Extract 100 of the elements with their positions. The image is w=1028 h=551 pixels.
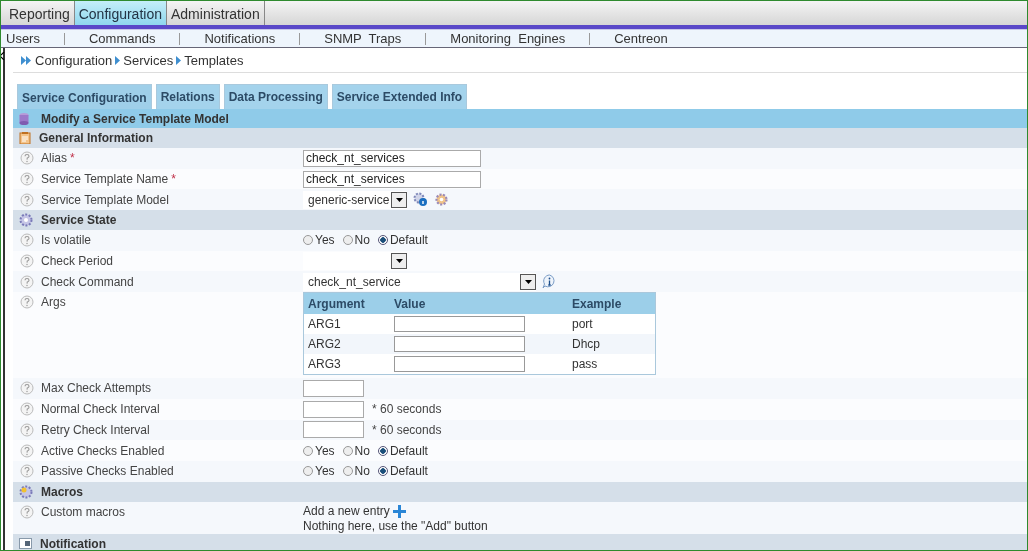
required-mark: *: [171, 172, 176, 187]
submenu-link[interactable]: Monitoring Engines: [450, 31, 566, 46]
submenu-link[interactable]: Users: [6, 31, 40, 46]
radio-button[interactable]: [303, 466, 313, 477]
field-label: Max Check Attempts: [41, 381, 152, 396]
collapse-icon[interactable]: [1, 52, 5, 60]
field-label: Args: [41, 295, 66, 310]
dropdown[interactable]: generic-service: [303, 190, 407, 209]
help-icon[interactable]: [20, 402, 34, 417]
section-title: General Information: [39, 131, 154, 145]
tab[interactable]: Data Processing: [223, 84, 328, 109]
unit-label: * 60 seconds: [372, 402, 442, 417]
text-field[interactable]: check_nt_services: [303, 170, 481, 188]
help-icon[interactable]: [20, 192, 34, 207]
empty-note: Nothing here, use the "Add" button: [303, 518, 488, 534]
tab[interactable]: Relations: [155, 84, 220, 109]
radio-label: Default: [389, 233, 428, 248]
submenu-link[interactable]: Centreon: [614, 31, 668, 46]
gear-icon: [19, 484, 33, 499]
help-icon[interactable]: [20, 151, 34, 166]
notepad-icon: [19, 132, 31, 144]
table-cell: Dhcp: [568, 334, 656, 355]
field-label: Passive Checks Enabled: [41, 464, 174, 479]
radio-label: Yes: [315, 233, 335, 248]
column-header: Argument: [303, 292, 390, 315]
radio-button[interactable]: [377, 445, 388, 456]
radio-label: Default: [389, 443, 428, 458]
tab[interactable]: Service Extended Info: [331, 84, 468, 109]
help-icon[interactable]: [20, 295, 34, 310]
argument-field[interactable]: [394, 336, 525, 353]
field-label: Retry Check Interval: [41, 422, 150, 437]
help-icon[interactable]: [20, 464, 34, 479]
field-label: Alias: [41, 151, 67, 166]
field-label: Normal Check Interval: [41, 402, 160, 417]
table-cell: ARG3: [303, 354, 390, 375]
argument-field[interactable]: [394, 316, 525, 333]
section-title: Macros: [41, 484, 84, 499]
number-field[interactable]: [303, 421, 364, 439]
help-icon[interactable]: [20, 504, 34, 519]
radio-button[interactable]: [303, 445, 313, 456]
gear-icon[interactable]: [434, 192, 449, 208]
number-field[interactable]: [303, 379, 364, 397]
gear-icon: [19, 213, 33, 228]
radio-button[interactable]: [377, 466, 388, 477]
table-cell: ARG2: [303, 334, 390, 355]
radio-label: Yes: [315, 464, 335, 479]
help-icon[interactable]: [20, 381, 34, 396]
add-entry-link[interactable]: Add a new entry: [303, 503, 390, 519]
field-label: Is volatile: [41, 233, 92, 248]
caret-icon: [395, 197, 403, 202]
radio-button[interactable]: [342, 466, 353, 477]
gear-info-icon[interactable]: [413, 192, 428, 208]
arrow-icon: [115, 55, 121, 65]
section-title: Notification: [40, 536, 106, 550]
field-label: Service Template Name: [41, 172, 169, 187]
dropdown[interactable]: check_nt_service: [303, 272, 536, 291]
plus-icon[interactable]: [392, 504, 406, 518]
breadcrumb-link[interactable]: Services: [123, 52, 174, 68]
required-mark: *: [70, 151, 75, 166]
argument-field[interactable]: [394, 356, 525, 373]
dropdown[interactable]: [303, 252, 407, 271]
double-arrow-icon: [21, 55, 32, 65]
tab[interactable]: Service Configuration: [17, 84, 152, 109]
radio-label: No: [354, 464, 370, 479]
arrow-icon: [176, 55, 182, 65]
column-header: Value: [390, 292, 568, 315]
text-field[interactable]: check_nt_services: [303, 149, 481, 167]
radio-label: No: [354, 443, 370, 458]
menu-tab[interactable]: Configuration: [74, 1, 167, 25]
field-label: Service Template Model: [41, 192, 169, 207]
form-title: Modify a Service Template Model: [41, 111, 229, 126]
help-icon[interactable]: [20, 233, 34, 248]
radio-button[interactable]: [342, 235, 353, 246]
table-cell: pass: [568, 354, 656, 375]
field-label: Check Period: [41, 254, 114, 269]
submenu-link[interactable]: Commands: [88, 31, 156, 46]
radio-label: Default: [389, 464, 428, 479]
table-cell: port: [568, 314, 656, 335]
help-icon[interactable]: [20, 172, 34, 187]
help-icon[interactable]: [20, 422, 34, 437]
breadcrumb-link[interactable]: Configuration: [35, 52, 113, 68]
submenu-link[interactable]: Notifications: [204, 31, 276, 46]
help-icon[interactable]: [20, 254, 34, 269]
radio-label: Yes: [315, 443, 335, 458]
column-header: Example: [568, 292, 656, 315]
info-icon[interactable]: [542, 274, 557, 290]
help-icon[interactable]: [20, 443, 34, 458]
breadcrumb-link[interactable]: Templates: [184, 52, 244, 68]
number-field[interactable]: [303, 400, 364, 418]
radio-button[interactable]: [303, 235, 313, 246]
radio-button[interactable]: [342, 445, 353, 456]
table-cell: ARG1: [303, 314, 390, 335]
submenu-link[interactable]: SNMP Traps: [324, 31, 402, 46]
field-label: Active Checks Enabled: [41, 443, 165, 458]
section-title: Service State: [41, 213, 117, 228]
unit-label: * 60 seconds: [372, 422, 442, 437]
field-label: Custom macros: [41, 504, 126, 519]
radio-button[interactable]: [377, 235, 388, 246]
caret-icon: [524, 279, 532, 284]
help-icon[interactable]: [20, 274, 34, 289]
